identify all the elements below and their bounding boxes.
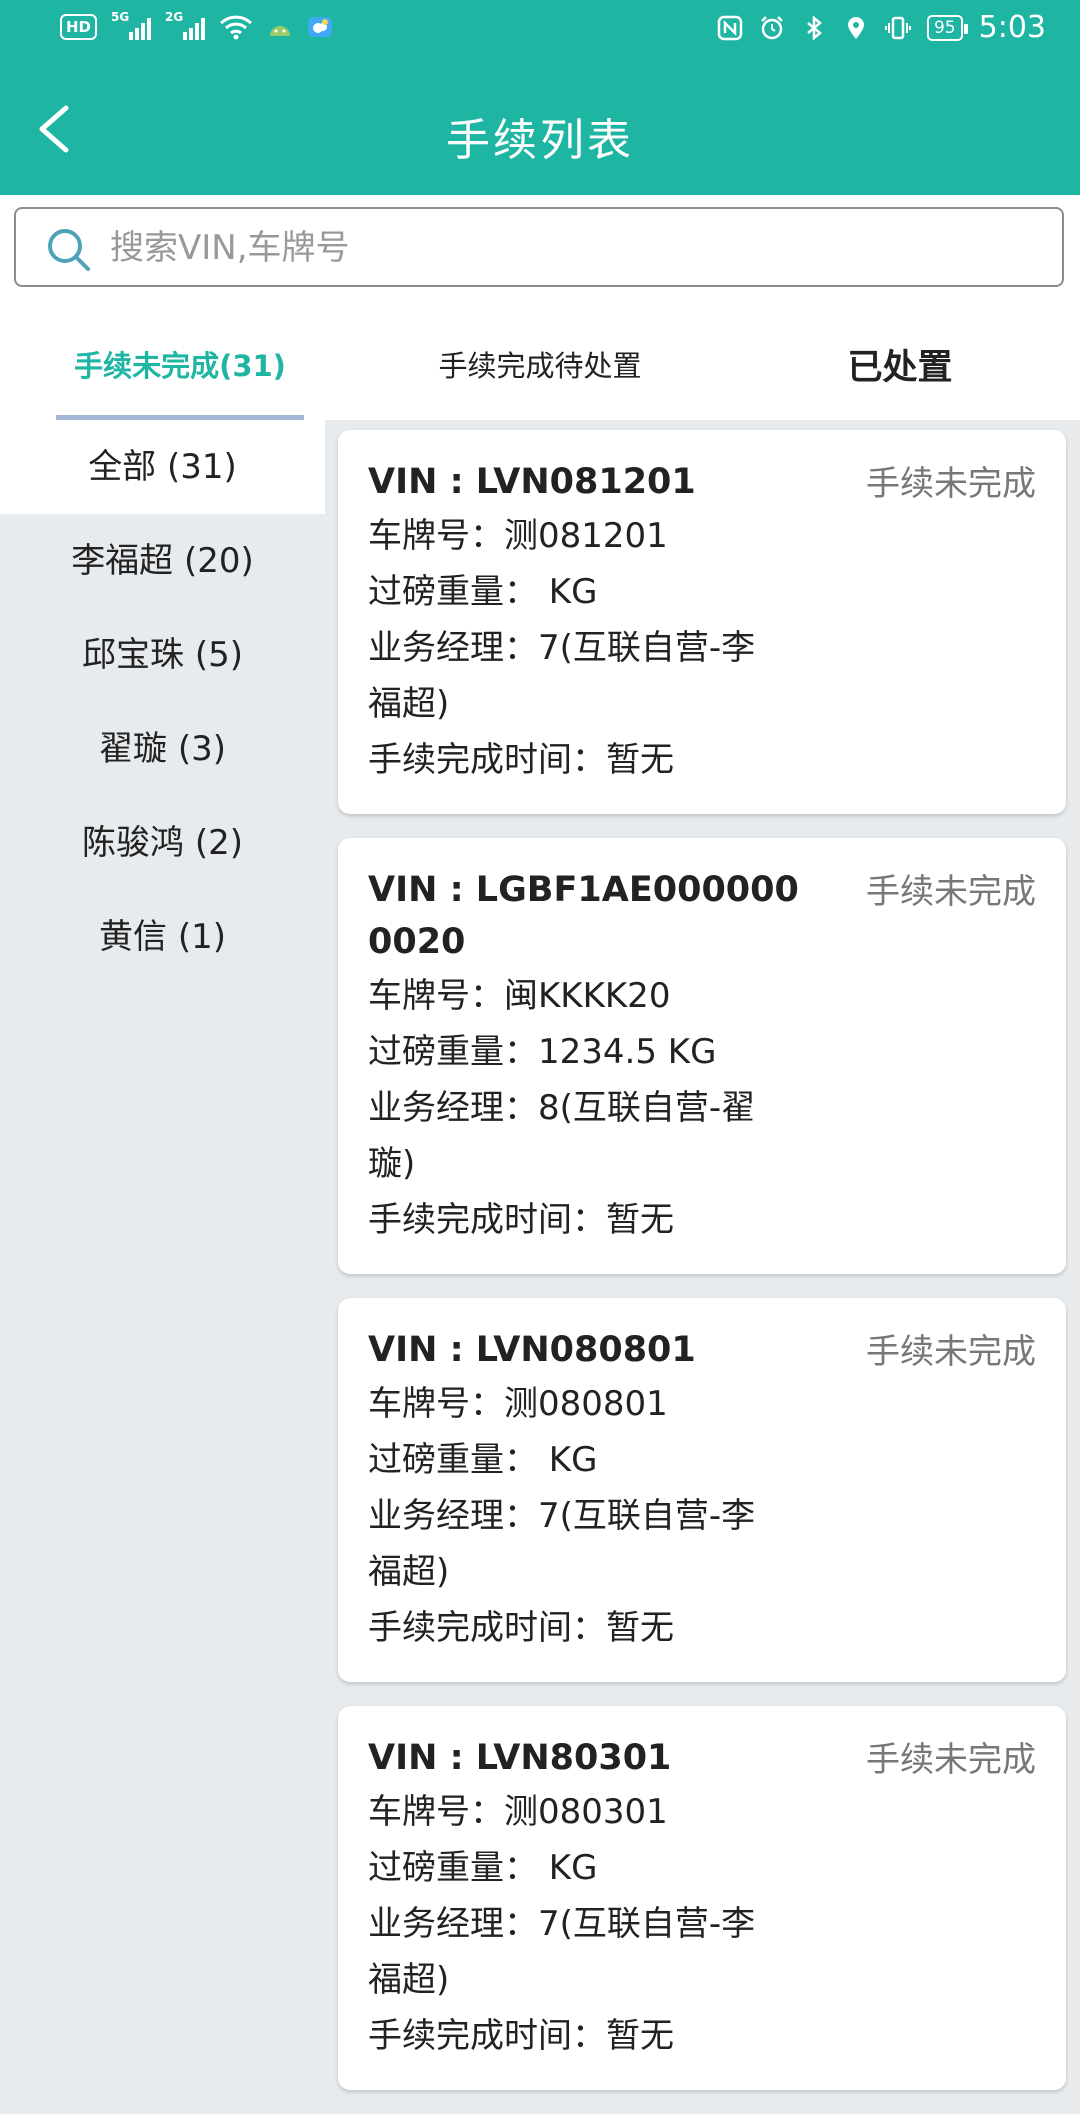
- page-title: 手续列表: [446, 115, 634, 166]
- network-type-label: 5G: [111, 10, 130, 24]
- search-bar: [0, 195, 1080, 307]
- record-card[interactable]: VIN : LGBF1AE0000000020 手续未完成 车牌号：闽KKKK2…: [338, 838, 1066, 1274]
- signal-icon: 5G: [111, 10, 152, 40]
- status-label: 手续未完成: [866, 1332, 1036, 1372]
- wifi-icon: [219, 15, 253, 40]
- sidebar-item-all[interactable]: 全部 (31): [0, 420, 325, 514]
- done-time-label: 手续完成时间：暂无: [368, 1608, 674, 1648]
- status-label: 手续未完成: [866, 872, 1036, 912]
- tab-complete-pending[interactable]: 手续完成待处置: [400, 343, 680, 385]
- manager-sidebar: 全部 (31) 李福超 (20) 邱宝珠 (5) 翟璇 (3) 陈骏鸿 (2) …: [0, 420, 325, 1920]
- alarm-icon: [761, 15, 783, 39]
- vin-label: VIN : LGBF1AE0000000020: [368, 870, 799, 962]
- sidebar-item-manager[interactable]: 黄信 (1): [0, 890, 325, 984]
- done-time-label: 手续完成时间：暂无: [368, 1200, 674, 1240]
- record-card[interactable]: VIN : LVN080801 手续未完成 车牌号：测080801 过磅重量： …: [338, 1298, 1066, 1682]
- record-card[interactable]: VIN : LVN081201 手续未完成 车牌号：测081201 过磅重量： …: [338, 430, 1066, 814]
- done-time-label: 手续完成时间：暂无: [368, 740, 674, 780]
- network-type-label: 2G: [165, 10, 184, 24]
- manager-label: 业务经理：7(互联自营-李福超): [368, 628, 756, 724]
- search-input[interactable]: [108, 219, 1012, 277]
- manager-label: 业务经理：8(互联自营-翟璇): [368, 1088, 756, 1184]
- record-list: VIN : LVN081201 手续未完成 车牌号：测081201 过磅重量： …: [338, 430, 1066, 2114]
- search-icon: [48, 229, 90, 271]
- vibrate-icon: [884, 16, 911, 39]
- battery-icon: 95: [926, 14, 968, 41]
- sidebar-item-manager[interactable]: 翟璇 (3): [0, 702, 325, 796]
- bluetooth-icon: [807, 14, 822, 41]
- hd-badge: HD: [60, 14, 98, 40]
- plate-label: 车牌号：测081201: [368, 516, 668, 556]
- weight-label: 过磅重量： KG: [368, 572, 598, 612]
- vin-label: VIN : LVN80301: [368, 1738, 672, 1778]
- vin-label: VIN : LVN080801: [368, 1330, 696, 1370]
- plate-label: 车牌号：测080801: [368, 1384, 668, 1424]
- android-icon: [270, 26, 291, 36]
- plate-label: 车牌号：测080301: [368, 1792, 668, 1832]
- signal-icon: 2G: [165, 10, 206, 40]
- manager-label: 业务经理：7(互联自营-李福超): [368, 1904, 756, 2000]
- status-label: 手续未完成: [866, 1740, 1036, 1780]
- tab-incomplete[interactable]: 手续未完成(31): [56, 343, 304, 385]
- manager-label: 业务经理：7(互联自营-李福超): [368, 1496, 756, 1592]
- sidebar-item-manager[interactable]: 李福超 (20): [0, 514, 325, 608]
- sidebar-item-manager[interactable]: 陈骏鸿 (2): [0, 796, 325, 890]
- record-card[interactable]: VIN : LVN80301 手续未完成 车牌号：测080301 过磅重量： K…: [338, 1706, 1066, 2090]
- clock: 5:03: [978, 10, 1046, 45]
- weight-label: 过磅重量： KG: [368, 1440, 598, 1480]
- done-time-label: 手续完成时间：暂无: [368, 2016, 674, 2056]
- tab-disposed[interactable]: 已处置: [790, 339, 1010, 390]
- plate-label: 车牌号：闽KKKK20: [368, 976, 671, 1016]
- status-label: 手续未完成: [866, 464, 1036, 504]
- vin-label: VIN : LVN081201: [368, 462, 696, 502]
- tab-bar: 手续未完成(31) 手续完成待处置 已处置: [0, 307, 1080, 420]
- app-header: HD 5G 2G 95 5:03 手续列表: [0, 0, 1080, 195]
- weather-icon: [308, 17, 333, 37]
- weight-label: 过磅重量：1234.5 KG: [368, 1032, 717, 1072]
- weight-label: 过磅重量： KG: [368, 1848, 598, 1888]
- location-icon: [847, 16, 864, 39]
- status-bar: HD 5G 2G 95 5:03: [0, 0, 1080, 66]
- search-box: [14, 207, 1064, 287]
- sidebar-item-manager[interactable]: 邱宝珠 (5): [0, 608, 325, 702]
- nfc-icon: [717, 15, 743, 40]
